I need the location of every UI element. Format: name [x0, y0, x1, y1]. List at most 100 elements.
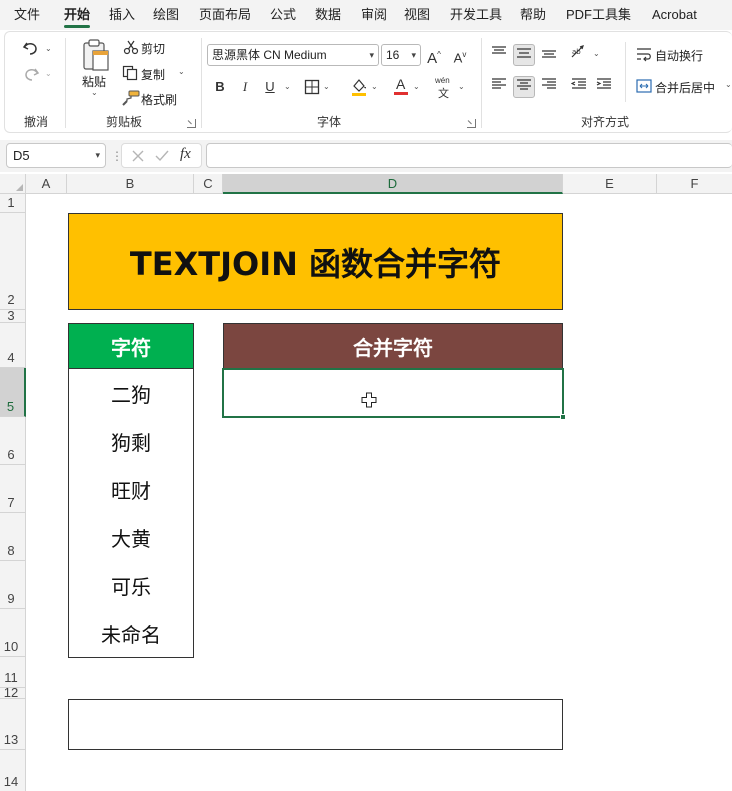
font-color-icon[interactable]: A: [392, 76, 410, 96]
format-painter-button[interactable]: 格式刷: [141, 91, 177, 108]
underline-dropdown-icon[interactable]: ⌄: [284, 82, 291, 91]
char-header-cell[interactable]: 字符: [68, 323, 194, 369]
char-cell-b9[interactable]: 可乐: [68, 561, 194, 610]
row-header-4[interactable]: 4: [0, 323, 26, 368]
fill-color-icon[interactable]: [350, 77, 368, 97]
align-center-icon[interactable]: [513, 76, 535, 98]
wrap-text-icon[interactable]: [636, 46, 652, 62]
decrease-font-size-icon[interactable]: Av: [449, 44, 471, 66]
merge-center-button[interactable]: 合并后居中: [655, 79, 715, 96]
fill-handle[interactable]: [560, 414, 566, 420]
phonetic-bottom-text: 文: [438, 88, 449, 100]
copy-dropdown-icon[interactable]: ⌄: [178, 67, 185, 76]
row-header-13[interactable]: 13: [0, 699, 26, 750]
copy-button[interactable]: 复制: [141, 66, 165, 83]
align-right-icon[interactable]: [538, 76, 560, 98]
tab-data[interactable]: 数据: [315, 0, 341, 30]
paste-dropdown-icon[interactable]: ⌄: [91, 88, 98, 97]
char-cell-b5[interactable]: 二狗: [68, 369, 194, 418]
row-header-12[interactable]: 12: [0, 685, 26, 700]
orientation-dropdown-icon[interactable]: ⌄: [593, 49, 600, 58]
align-left-icon[interactable]: [488, 76, 510, 98]
orientation-icon[interactable]: ab: [568, 44, 590, 66]
italic-button[interactable]: I: [234, 76, 256, 98]
fill-color-dropdown-icon[interactable]: ⌄: [371, 82, 378, 91]
row-header-6[interactable]: 6: [0, 417, 26, 465]
tab-draw[interactable]: 绘图: [153, 0, 179, 30]
row-header-2[interactable]: 2: [0, 213, 26, 310]
column-header-b[interactable]: B: [67, 174, 194, 194]
more-dots-icon[interactable]: ⋮: [111, 148, 123, 164]
tab-home[interactable]: 开始: [64, 0, 91, 30]
worksheet-grid[interactable]: A B C D E F 1 2 3 4 5 6 7 8 9 10 11 12 1…: [0, 174, 732, 791]
row-header-5[interactable]: 5: [0, 368, 26, 417]
tab-view[interactable]: 视图: [404, 0, 430, 30]
char-cell-b10[interactable]: 未命名: [68, 609, 194, 658]
merged-header-cell[interactable]: 合并字符: [223, 323, 563, 369]
char-cell-b7[interactable]: 旺财: [68, 465, 194, 514]
tab-developer[interactable]: 开发工具: [450, 0, 502, 30]
phonetic-dropdown-icon[interactable]: ⌄: [458, 82, 465, 91]
tab-page-layout[interactable]: 页面布局: [199, 0, 251, 30]
row-header-8[interactable]: 8: [0, 513, 26, 561]
insert-function-icon[interactable]: fx: [180, 146, 191, 163]
phonetic-guide-icon[interactable]: wén 文: [435, 76, 453, 100]
row-header-11[interactable]: 11: [0, 657, 26, 688]
merge-dropdown-icon[interactable]: ⌄: [725, 80, 732, 89]
cut-button[interactable]: 剪切: [141, 40, 165, 57]
undo-dropdown-icon[interactable]: ⌄: [45, 44, 52, 53]
top-align-icon[interactable]: [488, 44, 510, 66]
name-box[interactable]: D5 ▾: [6, 143, 106, 168]
row-header-10[interactable]: 10: [0, 609, 26, 657]
redo-icon[interactable]: [21, 64, 41, 84]
scissors-icon[interactable]: [123, 39, 139, 55]
increase-font-size-icon[interactable]: A^: [423, 44, 445, 67]
format-painter-icon[interactable]: [122, 90, 140, 106]
tab-review[interactable]: 审阅: [361, 0, 387, 30]
column-header-e[interactable]: E: [563, 174, 657, 194]
column-header-d[interactable]: D: [223, 174, 563, 194]
middle-align-icon[interactable]: [513, 44, 535, 66]
char-cell-b8[interactable]: 大黄: [68, 513, 194, 562]
tab-help[interactable]: 帮助: [520, 0, 546, 30]
decrease-indent-icon[interactable]: [568, 76, 590, 98]
paste-icon[interactable]: [81, 38, 111, 72]
enter-check-icon[interactable]: [154, 148, 170, 164]
formula-input[interactable]: [206, 143, 732, 168]
char-cell-b6[interactable]: 狗剩: [68, 417, 194, 466]
sheet-title-cell[interactable]: TEXTJOIN 函数合并字符: [68, 213, 563, 310]
increase-indent-icon[interactable]: [593, 76, 615, 98]
redo-dropdown-icon[interactable]: ⌄: [45, 69, 52, 78]
tab-file[interactable]: 文件: [14, 0, 40, 30]
row-header-1[interactable]: 1: [0, 194, 26, 213]
active-cell-d5[interactable]: [222, 368, 566, 420]
column-header-f[interactable]: F: [657, 174, 732, 194]
font-launcher-icon[interactable]: [467, 119, 476, 128]
tab-insert[interactable]: 插入: [109, 0, 135, 30]
copy-icon[interactable]: [122, 65, 138, 81]
font-color-dropdown-icon[interactable]: ⌄: [413, 82, 420, 91]
tab-acrobat[interactable]: Acrobat: [652, 0, 697, 30]
column-header-a[interactable]: A: [26, 174, 67, 194]
row-header-9[interactable]: 9: [0, 561, 26, 609]
row-header-14[interactable]: 14: [0, 750, 26, 791]
font-size-select[interactable]: 16 ▾: [381, 44, 421, 66]
cancel-icon[interactable]: [130, 148, 146, 164]
borders-icon[interactable]: [304, 79, 320, 95]
tab-pdf-tools[interactable]: PDF工具集: [566, 0, 631, 30]
result-cell-row13[interactable]: [68, 699, 563, 750]
underline-button[interactable]: U: [259, 76, 281, 98]
bold-button[interactable]: B: [209, 76, 231, 98]
tab-formulas[interactable]: 公式: [270, 0, 296, 30]
clipboard-launcher-icon[interactable]: [187, 119, 196, 128]
merge-center-icon[interactable]: [636, 78, 652, 94]
borders-dropdown-icon[interactable]: ⌄: [323, 82, 330, 91]
font-name-select[interactable]: 思源黑体 CN Medium ▾: [207, 44, 379, 66]
row-header-7[interactable]: 7: [0, 465, 26, 513]
row-header-3[interactable]: 3: [0, 308, 26, 323]
undo-icon[interactable]: [21, 38, 41, 58]
column-header-c[interactable]: C: [194, 174, 223, 194]
select-all-corner[interactable]: [0, 174, 26, 194]
bottom-align-icon[interactable]: [538, 44, 560, 66]
wrap-text-button[interactable]: 自动换行: [655, 47, 703, 64]
